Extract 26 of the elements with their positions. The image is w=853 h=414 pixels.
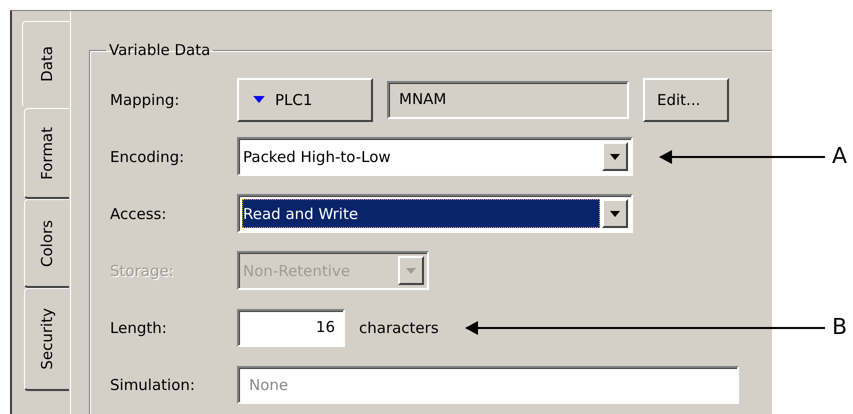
dropdown-arrow-button[interactable]	[602, 199, 628, 228]
dropdown[interactable]: Read and Write	[237, 194, 633, 233]
callout-letter: B	[832, 316, 848, 340]
tab[interactable]: Data	[22, 21, 71, 108]
dropdown-arrow-button[interactable]	[602, 142, 628, 171]
caret-icon	[253, 96, 265, 103]
tab[interactable]: Colors	[24, 199, 69, 288]
callout-letter: A	[832, 144, 848, 168]
simulation-field[interactable]: None	[237, 366, 739, 404]
unit-label: characters	[359, 318, 439, 336]
caret-icon	[610, 210, 620, 216]
address-field: MNAM	[387, 80, 629, 118]
field-label: Mapping:	[110, 90, 180, 108]
tab[interactable]: Security	[24, 288, 69, 391]
field-label: Simulation:	[110, 376, 196, 394]
group-title: Variable Data	[108, 41, 212, 59]
tab[interactable]: Format	[24, 108, 69, 199]
caret-icon	[406, 268, 416, 274]
dropdown[interactable]: Packed High-to-Low	[237, 137, 633, 176]
field-label: Encoding:	[110, 148, 186, 166]
edit-button[interactable]: Edit...	[643, 78, 729, 122]
caret-icon	[610, 154, 620, 160]
field-label: Length:	[110, 318, 168, 336]
length-field[interactable]: 16	[237, 308, 345, 346]
device-button[interactable]: PLC1	[237, 78, 373, 122]
field-label: Access:	[110, 204, 168, 222]
